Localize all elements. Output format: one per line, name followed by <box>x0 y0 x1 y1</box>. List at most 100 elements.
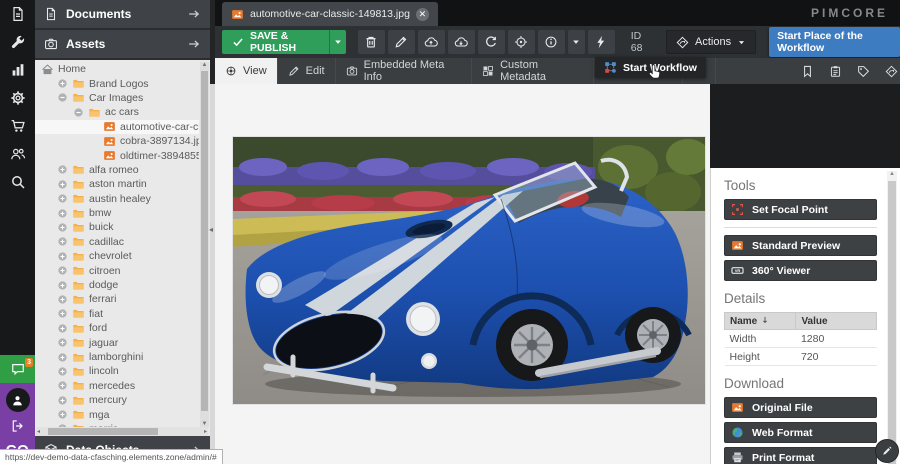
folder-icon <box>88 106 101 119</box>
logout-button[interactable] <box>11 419 25 438</box>
camera-icon <box>346 65 358 77</box>
tab-embedded-meta-info[interactable]: Embedded Meta Info <box>336 58 472 84</box>
tree-item-citroen[interactable]: citroen <box>35 263 199 277</box>
tree-item-ac-cars[interactable]: ac cars <box>35 105 199 119</box>
clipboard-button[interactable] <box>826 65 844 78</box>
tree-item-brand-logos[interactable]: Brand Logos <box>35 76 199 90</box>
details-column-value[interactable]: Value <box>796 313 877 330</box>
lightning-button[interactable] <box>588 30 615 54</box>
expand-icon[interactable] <box>57 193 68 204</box>
expand-icon[interactable] <box>57 395 68 406</box>
details-column-name[interactable]: Name <box>725 313 796 330</box>
tree-item-lamborghini[interactable]: lamborghini <box>35 350 199 364</box>
original-file-button[interactable]: Original File <box>724 397 877 418</box>
expand-icon[interactable] <box>57 222 68 233</box>
rail-users-button[interactable] <box>0 140 35 168</box>
feedback-widget-button[interactable] <box>875 439 899 463</box>
save-options-caret[interactable] <box>329 37 345 47</box>
rail-bar-chart-button[interactable] <box>0 56 35 84</box>
tree-item-ford[interactable]: ford <box>35 321 199 335</box>
actions-button[interactable]: Actions <box>666 30 756 54</box>
tree-item-oldtimer-3894855-jpg[interactable]: oldtimer-3894855.jpg <box>35 148 199 162</box>
tree-item-lincoln[interactable]: lincoln <box>35 364 199 378</box>
document-icon <box>44 7 58 21</box>
details-cell: 720 <box>796 348 877 366</box>
expand-icon[interactable] <box>57 352 68 363</box>
tree-item-fiat[interactable]: fiat <box>35 307 199 321</box>
collapse-icon[interactable] <box>73 107 84 118</box>
save-publish-button[interactable]: SAVE & PUBLISH <box>222 30 346 54</box>
expand-icon[interactable] <box>57 366 68 377</box>
print-format-button[interactable]: Print Format <box>724 447 877 464</box>
standard-preview-button[interactable]: Standard Preview <box>724 235 877 256</box>
target-icon <box>514 35 528 49</box>
tree-item-dodge[interactable]: dodge <box>35 278 199 292</box>
target-button[interactable] <box>508 30 535 54</box>
expand-icon[interactable] <box>57 78 68 89</box>
expand-icon[interactable] <box>57 294 68 305</box>
tree-item-mercedes[interactable]: mercedes <box>35 379 199 393</box>
collapse-icon[interactable] <box>57 92 68 103</box>
rail-cart-button[interactable] <box>0 112 35 140</box>
tree-horizontal-scrollbar[interactable]: ◂▸ <box>36 427 208 436</box>
expand-icon[interactable] <box>57 337 68 348</box>
trash-button[interactable] <box>358 30 385 54</box>
tree-item-home[interactable]: Home <box>35 62 199 76</box>
documents-panel-header[interactable]: Documents <box>35 0 210 30</box>
tab-custom-metadata[interactable]: Custom Metadata <box>472 58 594 84</box>
chat-button[interactable]: 3 <box>0 355 35 383</box>
expand-icon[interactable] <box>57 179 68 190</box>
panel-scrollbar[interactable]: ▲ <box>887 171 897 464</box>
asset-tab[interactable]: automotive-car-classic-149813.jpg ✕ <box>222 2 438 26</box>
tree-item-austin-healey[interactable]: austin healey <box>35 192 199 206</box>
pencil-button[interactable] <box>388 30 415 54</box>
web-format-button[interactable]: Web Format <box>724 422 877 443</box>
user-avatar-button[interactable] <box>6 388 30 412</box>
tree-item-bmw[interactable]: bmw <box>35 206 199 220</box>
rail-gear-button[interactable] <box>0 84 35 112</box>
tree-item-buick[interactable]: buick <box>35 220 199 234</box>
cloud-upload-button[interactable] <box>418 30 445 54</box>
tree-item-aston-martin[interactable]: aston martin <box>35 177 199 191</box>
tree-item-alfa-romeo[interactable]: alfa romeo <box>35 163 199 177</box>
assets-panel-header[interactable]: Assets <box>35 30 210 60</box>
tree-item-cobra-3897134-jpg[interactable]: cobra-3897134.jpg <box>35 134 199 148</box>
tree-item-label: automotive-car-classic-14 <box>120 121 199 133</box>
expand-icon[interactable] <box>57 323 68 334</box>
check-icon <box>232 36 244 48</box>
close-tab-icon[interactable]: ✕ <box>416 8 429 21</box>
tree-item-ferrari[interactable]: ferrari <box>35 292 199 306</box>
tree-item-mercury[interactable]: mercury <box>35 393 199 407</box>
expand-icon[interactable] <box>57 236 68 247</box>
expand-icon[interactable] <box>57 208 68 219</box>
tree-item-mga[interactable]: mga <box>35 407 199 421</box>
tree-item-cadillac[interactable]: cadillac <box>35 235 199 249</box>
tree-item-jaguar[interactable]: jaguar <box>35 335 199 349</box>
caret-down-button[interactable] <box>568 30 585 54</box>
expand-icon[interactable] <box>57 308 68 319</box>
rail-search-button[interactable] <box>0 168 35 196</box>
expand-icon[interactable] <box>57 280 68 291</box>
expand-icon[interactable] <box>57 380 68 391</box>
tree-item-chevrolet[interactable]: chevrolet <box>35 249 199 263</box>
diamond-arrow-button[interactable] <box>882 65 900 78</box>
bookmark-button[interactable] <box>798 65 816 78</box>
expand-icon[interactable] <box>57 265 68 276</box>
tab-view[interactable]: View <box>215 58 278 84</box>
tree-item-car-images[interactable]: Car Images <box>35 91 199 105</box>
set-focal-point-button[interactable]: Set Focal Point <box>724 199 877 220</box>
360-viewer-button[interactable]: VR360° Viewer <box>724 260 877 281</box>
tab-edit[interactable]: Edit <box>278 58 336 84</box>
expand-icon[interactable] <box>57 251 68 262</box>
refresh-button[interactable] <box>478 30 505 54</box>
caret-down-icon <box>737 38 746 47</box>
rail-wrench-button[interactable] <box>0 28 35 56</box>
tag-button[interactable] <box>854 65 872 78</box>
expand-icon[interactable] <box>57 164 68 175</box>
tree-vertical-scrollbar[interactable]: ▲▼ <box>200 62 209 427</box>
rail-document-button[interactable] <box>0 0 35 28</box>
info-button[interactable] <box>538 30 565 54</box>
expand-icon[interactable] <box>57 409 68 420</box>
tree-item-automotive-car-classic-14[interactable]: automotive-car-classic-14 <box>35 120 199 134</box>
cloud-download-button[interactable] <box>448 30 475 54</box>
